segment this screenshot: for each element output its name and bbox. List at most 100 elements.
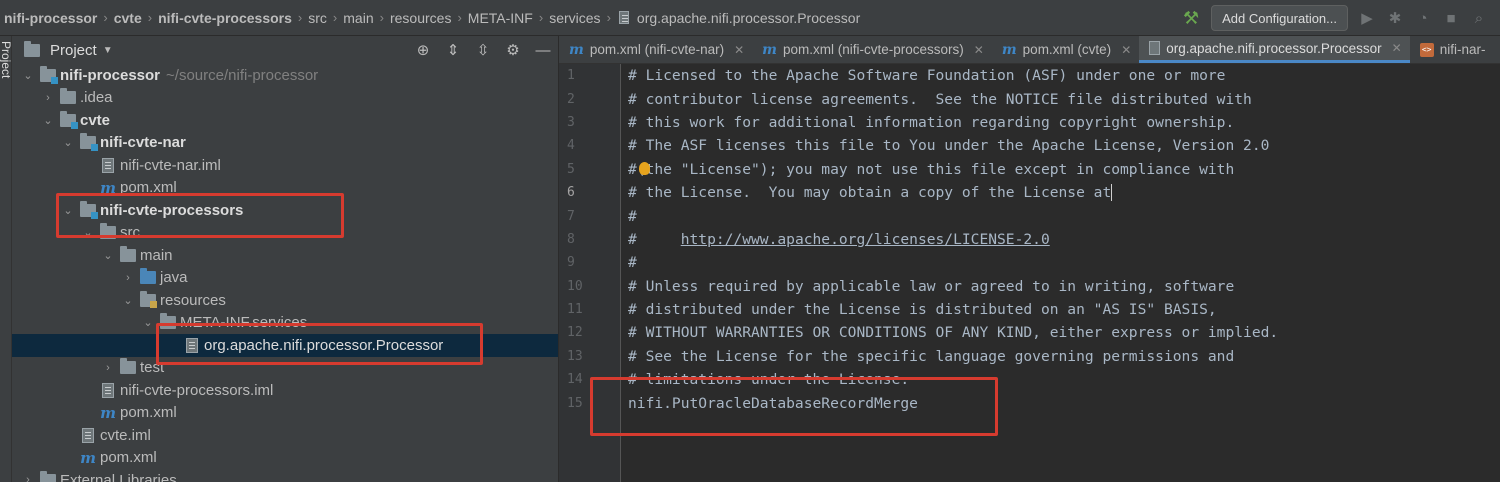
close-icon[interactable]: ✕ (974, 43, 984, 57)
tree-item-src[interactable]: ⌄ src (12, 222, 558, 245)
chevron-down-icon[interactable]: ⌄ (120, 294, 136, 307)
line-number: 11 (567, 302, 583, 318)
xml-file-icon: <> (1419, 42, 1434, 57)
code-line[interactable]: # The ASF licenses this file to You unde… (622, 134, 1500, 157)
code-line[interactable]: #(the "License"); you may not use this f… (622, 158, 1500, 181)
search-icon[interactable]: ⌕ (1470, 9, 1488, 27)
tree-item-label: META-INF.services (180, 314, 308, 332)
tree-item-nar-iml[interactable]: nifi-cvte-nar.iml (12, 154, 558, 177)
tree-item-processors-iml[interactable]: nifi-cvte-processors.iml (12, 379, 558, 402)
code-line[interactable]: # Unless required by applicable law or a… (622, 275, 1500, 298)
maven-icon: m (100, 178, 116, 197)
breadcrumb-item[interactable]: resources (386, 10, 455, 26)
tree-item-cvte[interactable]: ⌄ cvte (12, 109, 558, 132)
code-line[interactable]: # (622, 251, 1500, 274)
tree-item-test[interactable]: › test (12, 357, 558, 380)
tab-pom-nifi-cvte-nar[interactable]: m pom.xml (nifi-cvte-nar) ✕ (559, 36, 752, 63)
code-line[interactable]: # contributor license agreements. See th… (622, 87, 1500, 110)
tree-item-label: org.apache.nifi.processor.Processor (204, 336, 444, 354)
tab-processor-file[interactable]: org.apache.nifi.processor.Processor ✕ (1139, 36, 1410, 63)
collapse-all-icon[interactable]: ⇳ (474, 41, 492, 59)
breadcrumb-item[interactable]: main (339, 10, 377, 26)
tab-pom-nifi-cvte-processors[interactable]: m pom.xml (nifi-cvte-processors) ✕ (752, 36, 992, 63)
chevron-right-icon[interactable]: › (100, 362, 116, 374)
tree-item-label: cvte (80, 111, 111, 129)
close-icon[interactable]: ✕ (734, 43, 744, 57)
chevron-down-icon[interactable]: ⌄ (60, 136, 76, 149)
tree-item-nifi-cvte-processors[interactable]: ⌄ nifi-cvte-processors (12, 199, 558, 222)
hide-icon[interactable]: — (534, 41, 552, 59)
breadcrumb-item-file[interactable]: org.apache.nifi.processor.Processor (613, 10, 864, 26)
gear-icon[interactable]: ⚙ (504, 41, 522, 59)
stop-icon[interactable]: ■ (1442, 9, 1460, 27)
chevron-down-icon[interactable]: ⌄ (140, 316, 156, 329)
code-line[interactable]: # http://www.apache.org/licenses/LICENSE… (622, 228, 1500, 251)
tab-label: pom.xml (nifi-cvte-nar) (589, 42, 725, 57)
code-line[interactable]: # limitations under the License. (622, 368, 1500, 391)
breadcrumb-item[interactable]: nifi-cvte-processors (154, 10, 296, 26)
tree-item-nifi-processor[interactable]: ⌄ nifi-processor ~/source/nifi-processor (12, 64, 558, 87)
chevron-down-icon[interactable]: ▼ (103, 45, 113, 56)
hammer-build-icon[interactable]: ⚒ (1181, 8, 1201, 29)
tab-nifi-nar[interactable]: <> nifi-nar- (1410, 36, 1494, 63)
code-line[interactable]: # WITHOUT WARRANTIES OR CONDITIONS OF AN… (622, 321, 1500, 344)
tree-item-processor-file[interactable]: org.apache.nifi.processor.Processor (12, 334, 558, 357)
folder-icon (60, 88, 76, 105)
breadcrumb-item[interactable]: nifi-processor (0, 10, 101, 26)
code-line[interactable]: # distributed under the License is distr… (622, 298, 1500, 321)
code-editor[interactable]: # Licensed to the Apache Software Founda… (622, 64, 1500, 482)
locate-target-icon[interactable]: ⊕ (414, 41, 432, 59)
chevron-down-icon[interactable]: ⌄ (80, 226, 96, 239)
debug-icon[interactable]: ✱ (1386, 9, 1404, 27)
code-line-current[interactable]: # the License. You may obtain a copy of … (622, 181, 1500, 204)
add-configuration-button[interactable]: Add Configuration... (1211, 5, 1348, 31)
tree-item-label: test (140, 359, 165, 377)
lightbulb-icon[interactable] (639, 161, 650, 175)
tree-item-external-libraries[interactable]: › External Libraries (12, 469, 558, 482)
breadcrumb-item[interactable]: META-INF (464, 10, 537, 26)
code-line[interactable]: # this work for additional information r… (622, 111, 1500, 134)
tree-item-cvte-iml[interactable]: cvte.iml (12, 424, 558, 447)
code-line[interactable]: # Licensed to the Apache Software Founda… (622, 64, 1500, 87)
tree-item-idea[interactable]: › .idea (12, 87, 558, 110)
tree-item-nifi-cvte-nar[interactable]: ⌄ nifi-cvte-nar (12, 132, 558, 155)
tree-item-main[interactable]: ⌄ main (12, 244, 558, 267)
tree-item-meta-inf-services[interactable]: ⌄ META-INF.services (12, 312, 558, 335)
chevron-right-icon[interactable]: › (40, 92, 56, 104)
tree-item-resources[interactable]: ⌄ resources (12, 289, 558, 312)
chevron-right-icon[interactable]: › (120, 272, 136, 284)
coverage-icon[interactable]: ◔ (1414, 9, 1432, 27)
run-icon[interactable]: ▶ (1358, 9, 1376, 27)
code-line-text: # The ASF licenses this file to You unde… (628, 137, 1270, 155)
chevron-down-icon[interactable]: ⌄ (100, 249, 116, 262)
breadcrumb-item[interactable]: cvte (110, 10, 146, 26)
close-icon[interactable]: ✕ (1121, 43, 1131, 57)
expand-all-icon[interactable]: ⇕ (444, 41, 462, 59)
tree-item-label: pom.xml (100, 449, 157, 467)
chevron-down-icon[interactable]: ⌄ (60, 204, 76, 217)
code-line[interactable]: nifi.PutOracleDatabaseRecordMerge (622, 391, 1500, 414)
tree-item-pom-cvte[interactable]: m pom.xml (12, 447, 558, 470)
module-folder-icon (80, 200, 98, 219)
tree-item-pom-processors[interactable]: m pom.xml (12, 402, 558, 425)
tab-pom-cvte[interactable]: m pom.xml (cvte) ✕ (992, 36, 1139, 63)
folder-icon (160, 313, 176, 330)
chevron-right-icon[interactable]: › (20, 474, 36, 482)
tree-item-pom-nar[interactable]: m pom.xml (12, 177, 558, 200)
chevron-down-icon[interactable]: ⌄ (40, 114, 56, 127)
project-view-selector[interactable]: Project (50, 42, 97, 59)
license-link[interactable]: http://www.apache.org/licenses/LICENSE-2… (681, 231, 1050, 248)
chevron-down-icon[interactable]: ⌄ (20, 69, 36, 82)
code-line-text: # (628, 254, 637, 272)
folder-icon (120, 358, 136, 375)
tree-item-java[interactable]: › java (12, 267, 558, 290)
code-line-text: # WITHOUT WARRANTIES OR CONDITIONS OF AN… (628, 324, 1279, 342)
breadcrumb-item[interactable]: services (545, 10, 604, 26)
breadcrumb-item[interactable]: src (304, 10, 331, 26)
code-line[interactable]: # (622, 204, 1500, 227)
tab-label: nifi-nar- (1439, 42, 1486, 57)
code-line[interactable]: # See the License for the specific langu… (622, 345, 1500, 368)
chevron-right-icon: › (457, 10, 462, 25)
code-line-text: # See the License for the specific langu… (628, 347, 1235, 365)
close-icon[interactable]: ✕ (1392, 41, 1402, 55)
